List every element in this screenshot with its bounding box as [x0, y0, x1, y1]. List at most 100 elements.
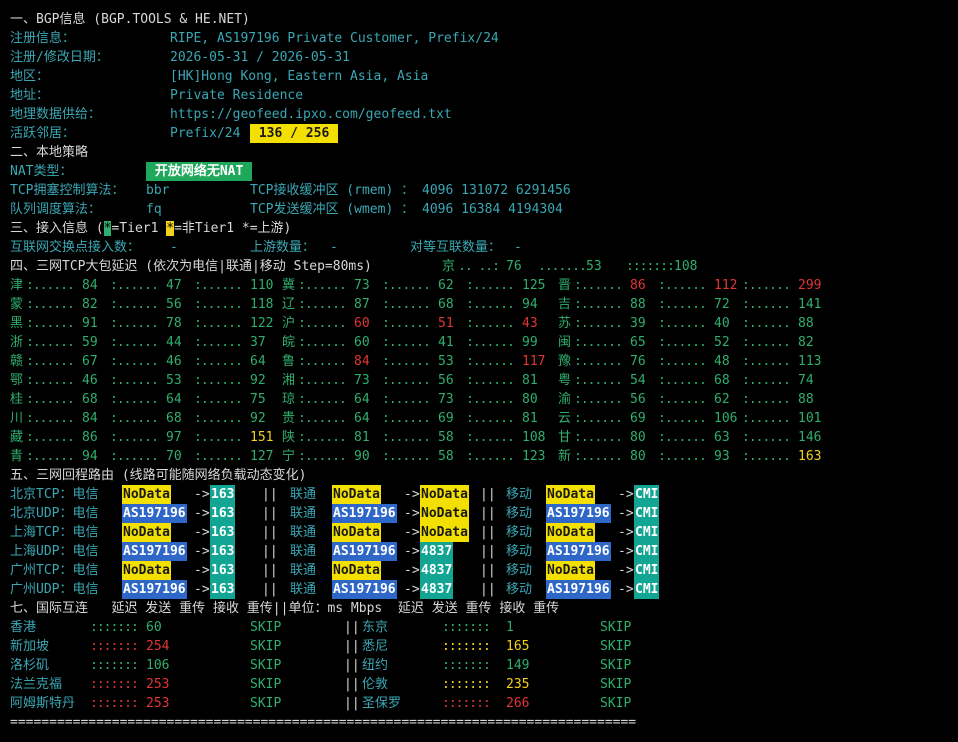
telecom-hop2: 163 — [210, 542, 236, 561]
intl-row: 新加坡::::::: 254 SKIP || 悉尼::::::: 165 SKIP — [10, 637, 958, 656]
access-info-title: 三、接入信息 (*=Tier1 *=非Tier1 *=上游) — [10, 219, 958, 238]
mobile-hop2: CMI — [634, 561, 660, 580]
latency-bar: ::::::: — [626, 259, 675, 274]
latency-bar: :...... — [658, 354, 707, 369]
latency-bar: :...... — [194, 430, 243, 445]
arrow: -> — [618, 525, 634, 540]
latency-unicom: 112 — [714, 278, 738, 293]
latency-bar: :...... — [742, 278, 791, 293]
qdisc-label: 队列调度算法： — [10, 202, 102, 217]
latency-bar: :...... — [658, 335, 707, 350]
latency-bar: :...... — [110, 278, 159, 293]
separator: || — [480, 563, 496, 578]
province-label: 黑 — [10, 316, 24, 331]
latency-bar: :...... — [26, 373, 75, 388]
latency-bar: ::::::: — [442, 620, 491, 635]
intl-city-right: 东京 — [362, 620, 389, 635]
latency-mobile: 125 — [522, 278, 546, 293]
latency-bar: :...... — [658, 278, 707, 293]
latency-unicom: 41 — [438, 335, 454, 350]
separator: || — [480, 525, 496, 540]
latency-telecom: 94 — [82, 449, 98, 464]
latency-bar: :...... — [382, 373, 431, 388]
region-label: 地区： — [10, 69, 50, 84]
latency-mobile: 88 — [798, 316, 814, 331]
cc-label: TCP拥塞控制算法： — [10, 183, 125, 198]
latency-bar: :...... — [26, 392, 75, 407]
province-label: 吉 — [558, 297, 572, 312]
latency-telecom: 87 — [354, 297, 370, 312]
geofeed-label: 地理数据供给： — [10, 107, 102, 122]
telecom-hop1: NoData — [122, 561, 171, 580]
latency-bar: :...... — [298, 316, 347, 331]
latency-bar: :...... — [382, 316, 431, 331]
latency-mobile: 81 — [522, 373, 538, 388]
latency-mobile: 82 — [798, 335, 814, 350]
latency-telecom: 86 — [82, 430, 98, 445]
route-label: 上海UDP：电信 — [10, 544, 99, 559]
latency-bar: :...... — [742, 297, 791, 312]
backhaul-route-title: 五、三网回程路由 (线路可能随网络负载动态变化) — [10, 468, 307, 483]
unicom-label: 联通 — [290, 487, 317, 502]
route-label: 北京TCP：电信 — [10, 487, 99, 502]
province-label: 青 — [10, 449, 24, 464]
rmem-value: 4096 131072 6291456 — [422, 183, 571, 198]
latency-unicom: 47 — [166, 278, 182, 293]
intl-city-left: 阿姆斯特丹 — [10, 696, 76, 711]
latency-mobile: 88 — [798, 392, 814, 407]
mobile-hop2: CMI — [634, 580, 660, 599]
latency-bar: ::::::: — [90, 696, 139, 711]
latency-bar: :...... — [742, 449, 791, 464]
latency-mobile: 80 — [522, 392, 538, 407]
latency-telecom: 73 — [354, 373, 370, 388]
latency-mobile: 75 — [250, 392, 266, 407]
latency-unicom: 62 — [714, 392, 730, 407]
intl-speed-right: SKIP — [600, 696, 632, 711]
latency-telecom: 84 — [82, 278, 98, 293]
latency-bar: :...... — [194, 278, 243, 293]
latency-telecom: 76 — [630, 354, 646, 369]
arrow: -> — [194, 582, 210, 597]
latency-unicom: 63 — [714, 430, 730, 445]
latency-bar: :...... — [382, 449, 431, 464]
route-row: 上海UDP：电信 AS197196 -> 163 || 联通 AS197196 -> 4837 |… — [10, 542, 958, 561]
latency-mobile: 110 — [250, 278, 274, 293]
province-label: 辽 — [282, 297, 296, 312]
footer-rule: ========================================… — [10, 715, 637, 730]
latency-bar: :...... — [658, 430, 707, 445]
mobile-hop2: CMI — [634, 542, 660, 561]
latency-unicom: 53 — [166, 373, 182, 388]
latency-bar: :...... — [574, 316, 623, 331]
mobile-label: 移动 — [506, 563, 533, 578]
wmem-label: TCP发送缓冲区 (wmem) ： — [250, 202, 415, 217]
latency-bar: .. ..: — [458, 259, 506, 274]
intl-latency-right: 266 — [506, 696, 530, 711]
province-label: 川 — [10, 411, 24, 426]
latency-mobile: 141 — [798, 297, 822, 312]
non-tier1-legend: =非Tier1 *=上游) — [174, 221, 292, 236]
separator: || — [480, 582, 496, 597]
latency-unicom: 106 — [714, 411, 738, 426]
province-label: 甘 — [558, 430, 572, 445]
latency-telecom: 82 — [82, 297, 98, 312]
upstream-label: 上游数量： — [250, 240, 316, 255]
intl-speed-left: SKIP — [250, 696, 282, 711]
tcp-latency-title: 四、三网TCP大包延迟 (依次为电信|联通|移动 Step=80ms) — [10, 259, 372, 274]
latency-bar: :...... — [742, 316, 791, 331]
intl-city-left: 法兰克福 — [10, 677, 63, 692]
latency-bar: :...... — [658, 411, 707, 426]
latency-mobile: 122 — [250, 316, 274, 331]
intl-speed-right: SKIP — [600, 620, 632, 635]
latency-telecom: 46 — [82, 373, 98, 388]
telecom-hop1: NoData — [122, 485, 171, 504]
geofeed-value: https://geofeed.ipxo.com/geofeed.txt — [170, 107, 452, 122]
arrow: -> — [194, 487, 210, 502]
unicom-hop1: NoData — [332, 523, 381, 542]
latency-telecom: 84 — [354, 354, 370, 369]
province-label: 云 — [558, 411, 572, 426]
neighbor-value: Prefix/24 — [170, 126, 241, 141]
latency-unicom: 62 — [438, 278, 454, 293]
peer-value: - — [514, 240, 522, 255]
unicom-hop1: NoData — [332, 485, 381, 504]
tcp-latency-row-10: 青:...... 94:...... 70:...... 127 宁:...... 90:… — [10, 447, 958, 466]
